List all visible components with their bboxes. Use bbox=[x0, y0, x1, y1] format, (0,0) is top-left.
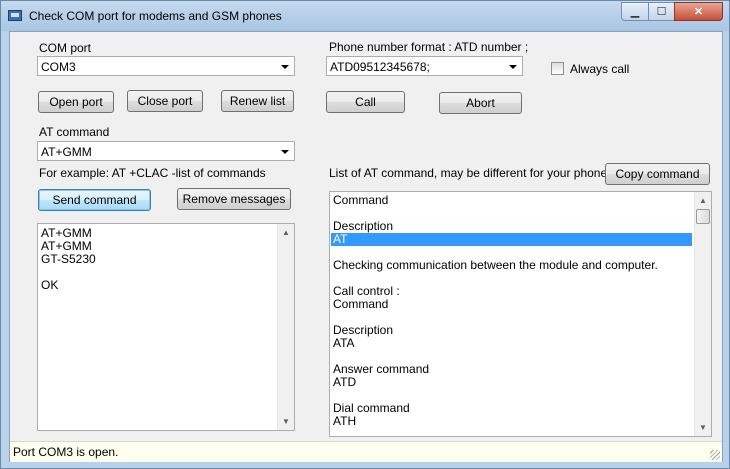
output-line: GT-S5230 bbox=[41, 252, 96, 266]
minimize-button[interactable]: ▁ bbox=[621, 2, 649, 21]
call-button[interactable]: Call bbox=[326, 91, 405, 113]
at-command-example: For example: AT +CLAC -list of commands bbox=[39, 166, 266, 180]
command-list-item[interactable]: ATH bbox=[333, 415, 356, 428]
app-window: Check COM port for modems and GSM phones… bbox=[0, 0, 730, 469]
command-list-item[interactable]: Checking communication between the modul… bbox=[333, 259, 658, 272]
renew-list-button[interactable]: Renew list bbox=[221, 90, 294, 112]
scroll-down-icon[interactable]: ▼ bbox=[695, 419, 711, 436]
copy-command-button[interactable]: Copy command bbox=[605, 163, 710, 185]
com-port-value: COM3 bbox=[41, 60, 76, 74]
app-icon bbox=[8, 10, 22, 21]
client-area: COM port COM3 Phone number format : ATD … bbox=[9, 31, 723, 462]
remove-messages-button[interactable]: Remove messages bbox=[177, 188, 291, 210]
at-command-combo[interactable]: AT+GMM bbox=[37, 141, 295, 161]
phone-format-label: Phone number format : ATD number ; bbox=[329, 40, 529, 54]
abort-button[interactable]: Abort bbox=[439, 92, 522, 114]
output-line: OK bbox=[41, 278, 59, 292]
maximize-icon: ☐ bbox=[656, 6, 667, 18]
open-port-button[interactable]: Open port bbox=[38, 91, 114, 113]
scroll-thumb[interactable] bbox=[696, 209, 710, 224]
send-command-button[interactable]: Send command bbox=[38, 189, 151, 211]
com-port-label: COM port bbox=[39, 41, 92, 55]
chevron-down-icon bbox=[281, 150, 289, 154]
phone-number-combo[interactable]: ATD09512345678; bbox=[326, 56, 523, 76]
output-scrollbar[interactable]: ▲ ▼ bbox=[277, 224, 294, 430]
title-bar[interactable]: Check COM port for modems and GSM phones… bbox=[1, 1, 729, 31]
command-listbox[interactable]: Command Description AT Checking communicati… bbox=[329, 191, 712, 437]
status-bar: Port COM3 is open. bbox=[10, 441, 722, 462]
chevron-down-icon bbox=[281, 65, 289, 69]
window-title: Check COM port for modems and GSM phones bbox=[29, 9, 282, 23]
close-button[interactable]: ✕ bbox=[674, 2, 723, 21]
phone-number-value: ATD09512345678; bbox=[330, 60, 430, 74]
command-list-scrollbar[interactable]: ▲ ▼ bbox=[694, 192, 711, 436]
command-list-label: List of AT command, may be different for… bbox=[329, 166, 608, 180]
maximize-button[interactable]: ☐ bbox=[648, 2, 675, 21]
scroll-up-icon[interactable]: ▲ bbox=[695, 192, 711, 209]
scroll-down-icon[interactable]: ▼ bbox=[278, 413, 294, 430]
at-command-label: AT command bbox=[39, 125, 110, 139]
scroll-up-icon[interactable]: ▲ bbox=[278, 224, 294, 241]
output-textbox[interactable]: AT+GMM AT+GMM GT-S5230 OK ▲ ▼ bbox=[37, 223, 295, 431]
always-call-label: Always call bbox=[570, 62, 630, 76]
resize-grip-icon[interactable] bbox=[710, 450, 720, 460]
close-icon: ✕ bbox=[693, 6, 704, 18]
status-text: Port COM3 is open. bbox=[13, 445, 119, 459]
chevron-down-icon bbox=[509, 65, 517, 69]
at-command-value: AT+GMM bbox=[41, 145, 92, 159]
always-call-checkbox[interactable] bbox=[551, 62, 564, 75]
command-list-item[interactable]: Command bbox=[333, 194, 388, 207]
command-list-item[interactable]: AT bbox=[331, 233, 692, 246]
minimize-icon: ▁ bbox=[630, 6, 640, 18]
com-port-combo[interactable]: COM3 bbox=[37, 56, 295, 76]
output-lines: AT+GMM AT+GMM GT-S5230 OK bbox=[38, 227, 294, 292]
command-list-item[interactable]: Command bbox=[333, 298, 388, 311]
command-list-item[interactable]: ATA bbox=[333, 337, 355, 350]
command-list-item[interactable]: ATD bbox=[333, 376, 356, 389]
close-port-button[interactable]: Close port bbox=[127, 90, 203, 112]
